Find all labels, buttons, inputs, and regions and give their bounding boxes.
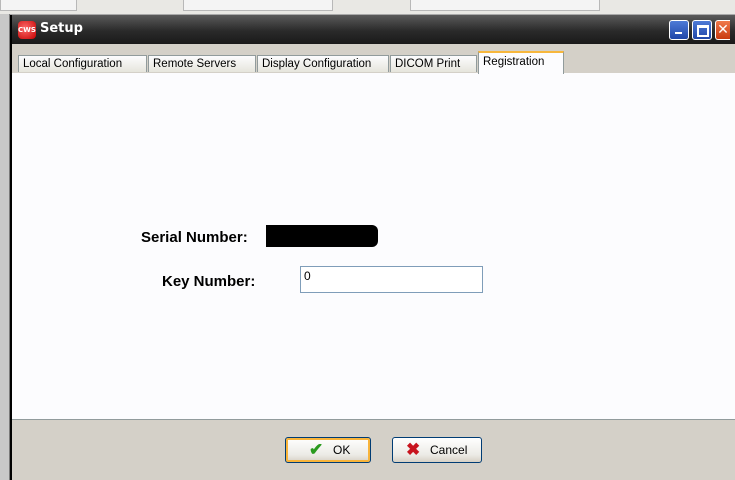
x-icon: ✖ — [406, 440, 421, 459]
setup-dialog: CWS Setup ✕ Local Configuration Remote S… — [10, 15, 735, 480]
ok-button-label: OK — [333, 443, 351, 457]
serial-number-label: Serial Number: — [141, 229, 248, 246]
tab-display-configuration[interactable]: Display Configuration — [257, 55, 389, 72]
cancel-button-label: Cancel — [430, 443, 468, 457]
serial-number-value-redacted — [266, 225, 378, 247]
minimize-icon — [675, 32, 682, 34]
cancel-button[interactable]: ✖ Cancel — [392, 437, 482, 463]
background-field — [0, 0, 77, 11]
background-toolbar — [0, 0, 735, 15]
minimize-button[interactable] — [669, 20, 689, 40]
ok-button[interactable]: ✔ OK — [285, 437, 371, 463]
app-icon: CWS — [18, 21, 36, 39]
key-number-input[interactable]: 0 — [300, 266, 483, 293]
close-button[interactable]: ✕ — [715, 20, 730, 40]
close-icon: ✕ — [717, 22, 729, 38]
maximize-icon — [697, 25, 709, 37]
maximize-button[interactable] — [692, 20, 712, 40]
checkmark-icon: ✔ — [309, 440, 324, 459]
background-panel — [0, 14, 10, 480]
tab-strip: Local Configuration Remote Servers Displ… — [12, 51, 735, 74]
key-number-label: Key Number: — [162, 273, 256, 290]
tab-remote-servers[interactable]: Remote Servers — [148, 55, 256, 72]
title-bar[interactable]: CWS Setup ✕ — [12, 15, 735, 44]
tab-registration[interactable]: Registration — [478, 51, 564, 74]
registration-panel: Serial Number: Key Number: 0 — [12, 73, 735, 420]
tab-local-configuration[interactable]: Local Configuration — [18, 55, 147, 72]
window-title: Setup — [40, 21, 83, 36]
background-field — [410, 0, 600, 11]
tab-dicom-print[interactable]: DICOM Print — [390, 55, 477, 72]
background-field — [183, 0, 333, 11]
